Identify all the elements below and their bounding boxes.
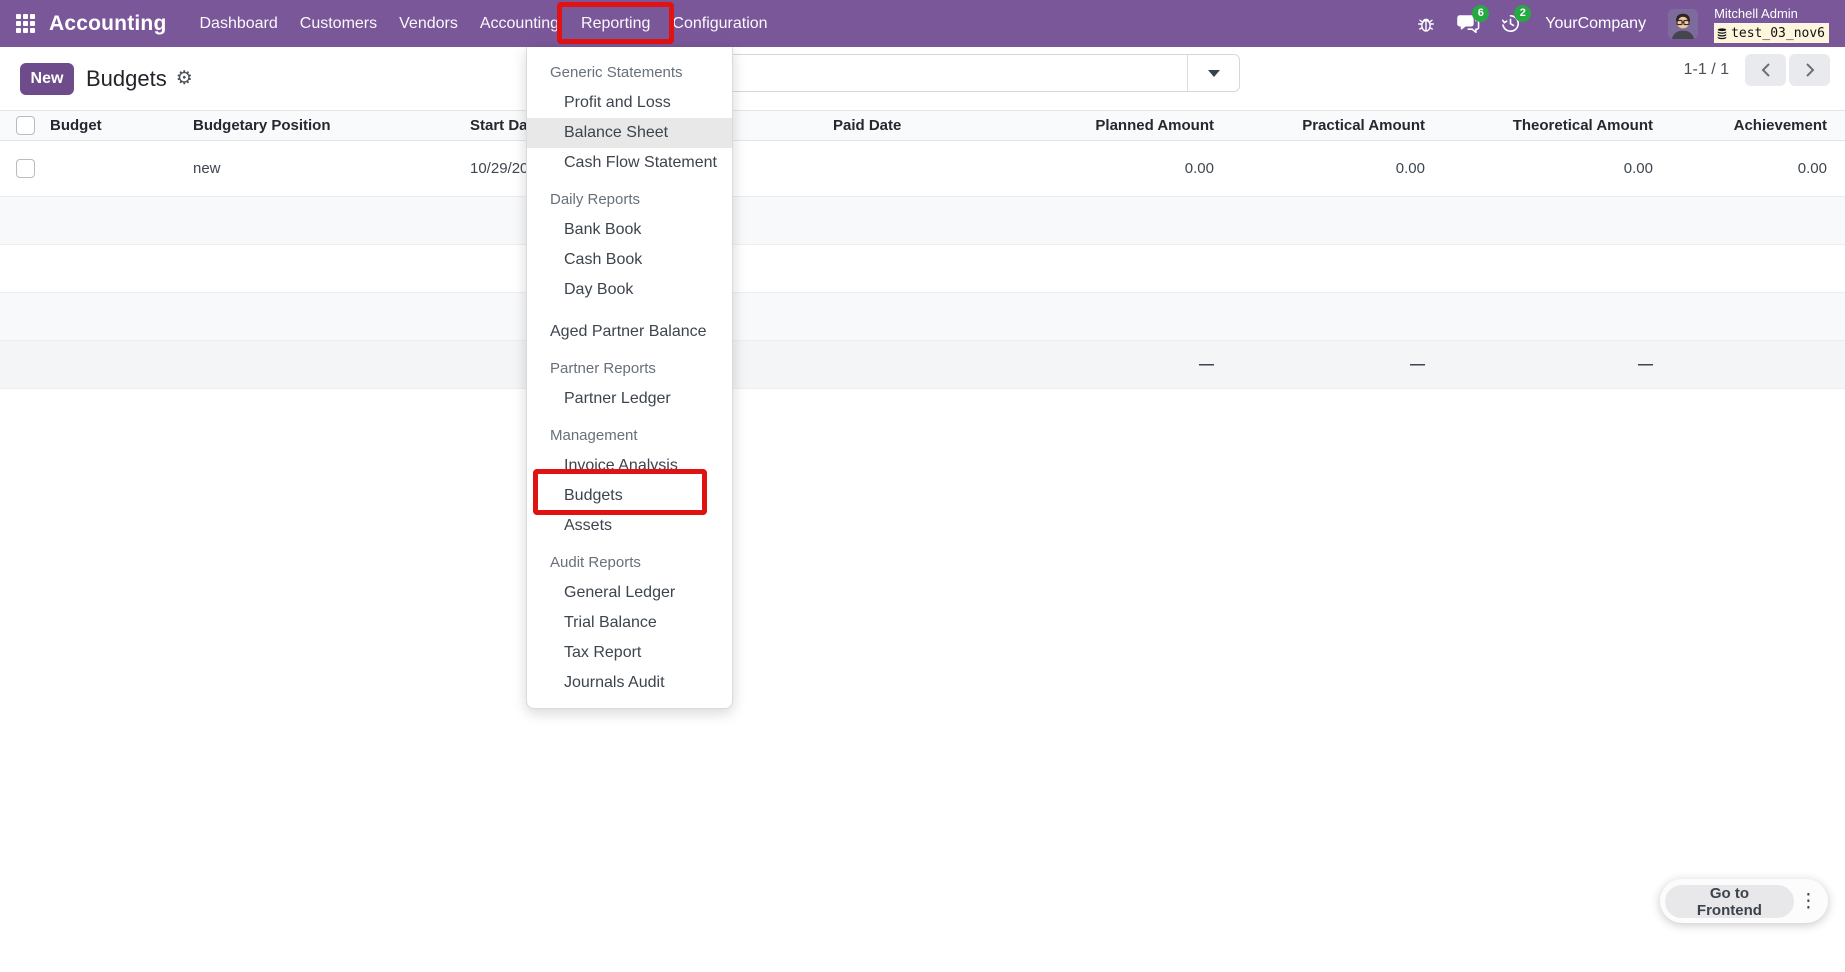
- user-menu[interactable]: Mitchell Admin test_03_nov6: [1714, 5, 1829, 43]
- bug-icon[interactable]: [1409, 7, 1443, 41]
- messages-count-badge: 6: [1472, 5, 1489, 22]
- cell-practical-amount: 0.00: [1214, 160, 1425, 177]
- chevron-left-icon: [1760, 63, 1772, 77]
- column-header-budget[interactable]: Budget: [50, 117, 193, 134]
- menu-item-trial-balance[interactable]: Trial Balance: [527, 608, 732, 638]
- pager: 1-1 / 1: [1684, 54, 1830, 86]
- menu-section-generic-statements: Generic Statements: [527, 58, 732, 88]
- budgets-list-view: Budget Budgetary Position Start Date Pai…: [0, 110, 1845, 389]
- pager-range: 1-1 / 1: [1684, 61, 1729, 79]
- select-all-checkbox[interactable]: [16, 116, 35, 135]
- nav-item-reporting[interactable]: Reporting: [570, 0, 661, 47]
- menu-item-balance-sheet[interactable]: Balance Sheet: [527, 118, 732, 148]
- page-title: Budgets: [86, 66, 167, 92]
- cell-theoretical-amount: 0.00: [1425, 160, 1653, 177]
- menu-section-management: Management: [527, 421, 732, 451]
- nav-item-customers[interactable]: Customers: [289, 0, 388, 47]
- frontend-widget: Go to Frontend ⋮: [1660, 879, 1828, 923]
- main-menu: Dashboard Customers Vendors Accounting R…: [189, 0, 779, 47]
- menu-item-profit-and-loss[interactable]: Profit and Loss: [527, 88, 732, 118]
- column-header-planned-amount[interactable]: Planned Amount: [1004, 117, 1214, 134]
- table-footer-row: — — —: [0, 341, 1845, 389]
- messages-icon[interactable]: 6: [1451, 7, 1485, 41]
- user-name: Mitchell Admin: [1714, 5, 1829, 24]
- empty-row: [0, 197, 1845, 245]
- caret-down-icon: [1208, 70, 1220, 77]
- pager-next-button[interactable]: [1789, 54, 1830, 86]
- nav-item-configuration[interactable]: Configuration: [661, 0, 778, 47]
- empty-row: [0, 245, 1845, 293]
- table-header-row: Budget Budgetary Position Start Date Pai…: [0, 110, 1845, 141]
- menu-section-daily-reports: Daily Reports: [527, 185, 732, 215]
- new-button[interactable]: New: [20, 63, 74, 95]
- menu-item-general-ledger[interactable]: General Ledger: [527, 578, 732, 608]
- column-header-budgetary-position[interactable]: Budgetary Position: [193, 117, 470, 134]
- search-dropdown-toggle[interactable]: [1187, 55, 1239, 91]
- menu-item-partner-ledger[interactable]: Partner Ledger: [527, 384, 732, 414]
- nav-item-vendors[interactable]: Vendors: [388, 0, 469, 47]
- row-checkbox-cell: [0, 159, 50, 178]
- app-name[interactable]: Accounting: [49, 12, 167, 36]
- gear-icon[interactable]: ⚙: [176, 69, 193, 88]
- user-avatar[interactable]: [1668, 9, 1698, 39]
- navbar-right: 6 2 YourCompany: [1409, 5, 1829, 43]
- footer-theoretical-total: —: [1425, 356, 1653, 373]
- menu-item-day-book[interactable]: Day Book: [527, 275, 732, 305]
- nav-item-accounting[interactable]: Accounting: [469, 0, 570, 47]
- footer-practical-total: —: [1214, 356, 1425, 373]
- column-header-achievement[interactable]: Achievement: [1653, 117, 1845, 134]
- column-header-paid-date[interactable]: Paid Date: [760, 117, 1004, 134]
- go-to-frontend-button[interactable]: Go to Frontend: [1665, 885, 1794, 918]
- nav-item-dashboard[interactable]: Dashboard: [189, 0, 289, 47]
- menu-item-cash-book[interactable]: Cash Book: [527, 245, 732, 275]
- activities-count-badge: 2: [1514, 5, 1531, 22]
- ellipsis-menu-button[interactable]: ⋮: [1794, 885, 1823, 918]
- menu-item-cash-flow-statement[interactable]: Cash Flow Statement: [527, 148, 732, 178]
- column-header-practical-amount[interactable]: Practical Amount: [1214, 117, 1425, 134]
- row-checkbox[interactable]: [16, 159, 35, 178]
- odoo-accounting-screen: Accounting Dashboard Customers Vendors A…: [0, 0, 1845, 972]
- menu-item-tax-report[interactable]: Tax Report: [527, 638, 732, 668]
- activities-clock-icon[interactable]: 2: [1493, 7, 1527, 41]
- menu-item-aged-partner-balance[interactable]: Aged Partner Balance: [527, 317, 732, 347]
- menu-item-budgets[interactable]: Budgets: [527, 481, 732, 511]
- menu-item-bank-book[interactable]: Bank Book: [527, 215, 732, 245]
- chevron-right-icon: [1804, 63, 1816, 77]
- cell-budgetary-position: new: [193, 160, 470, 177]
- table-row[interactable]: new 10/29/20 0.00 0.00 0.00 0.00: [0, 141, 1845, 197]
- reporting-dropdown-menu: Generic Statements Profit and Loss Balan…: [526, 47, 733, 709]
- cell-planned-amount: 0.00: [1004, 160, 1214, 177]
- footer-planned-total: —: [1004, 356, 1214, 373]
- top-navbar: Accounting Dashboard Customers Vendors A…: [0, 0, 1845, 47]
- select-all-checkbox-cell: [0, 116, 50, 135]
- menu-item-invoice-analysis[interactable]: Invoice Analysis: [527, 451, 732, 481]
- cell-achievement: 0.00: [1653, 160, 1845, 177]
- menu-section-audit-reports: Audit Reports: [527, 548, 732, 578]
- menu-item-journals-audit[interactable]: Journals Audit: [527, 668, 732, 698]
- empty-row: [0, 293, 1845, 341]
- database-badge: test_03_nov6: [1714, 24, 1829, 43]
- menu-item-assets[interactable]: Assets: [527, 511, 732, 541]
- company-switcher[interactable]: YourCompany: [1545, 15, 1646, 33]
- column-header-theoretical-amount[interactable]: Theoretical Amount: [1425, 117, 1653, 134]
- menu-section-partner-reports: Partner Reports: [527, 354, 732, 384]
- database-icon: [1716, 27, 1728, 40]
- pager-previous-button[interactable]: [1745, 54, 1786, 86]
- apps-grid-icon[interactable]: [16, 14, 36, 34]
